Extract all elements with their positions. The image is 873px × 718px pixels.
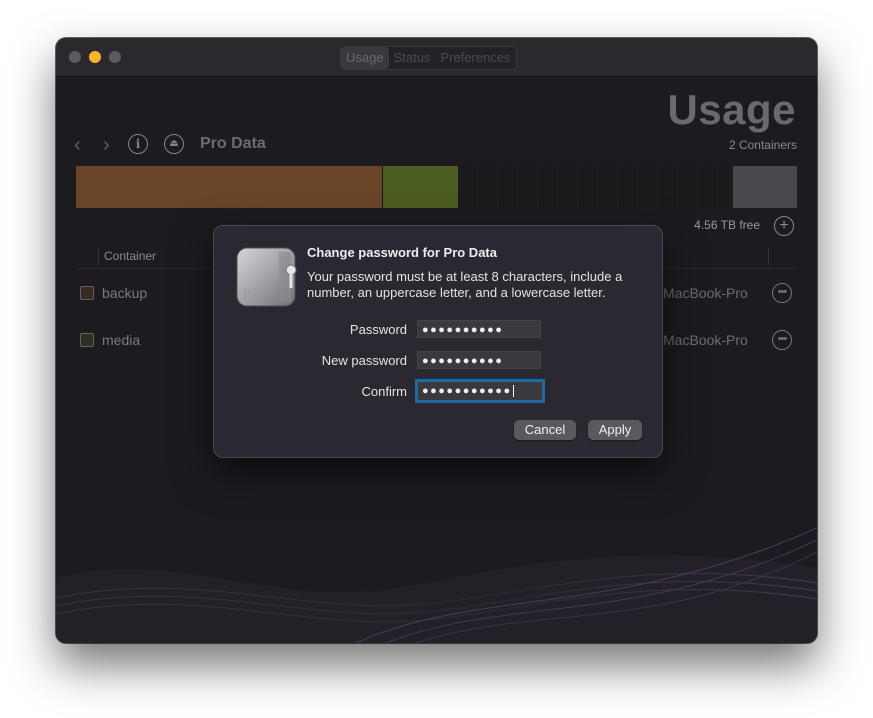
row-host: MacBook-Pro [663,332,748,348]
password-field[interactable]: ●●●●●●●●●● [417,320,541,338]
cancel-button[interactable]: Cancel [514,420,576,440]
usage-segment-free [458,166,733,208]
title-bar: Usage Status Preferences [56,38,817,77]
vault-lock-icon: IO [236,247,297,307]
add-container-button[interactable]: + [774,216,794,236]
row-name: backup [102,285,148,301]
row-checkbox-media[interactable] [80,333,94,347]
text-caret [512,385,514,398]
info-icon[interactable]: i [128,134,148,154]
usage-segment-backup[interactable] [76,166,382,208]
confirm-label: Confirm [361,384,407,399]
zoom-window-button[interactable] [109,51,121,63]
column-separator [768,248,769,265]
change-password-dialog: IO Change password for Pro Data Your pas… [213,225,663,458]
forward-icon[interactable]: › [103,134,110,157]
confirm-password-field[interactable]: ●●●●●●●●●●● [415,379,545,403]
usage-segment-media[interactable] [383,166,458,208]
apply-button[interactable]: Apply [588,420,642,440]
free-space-label: 4.56 TB free [694,218,760,232]
vault-icon-text: IO [243,287,258,303]
column-separator [98,248,99,265]
close-window-button[interactable] [69,51,81,63]
minimize-window-button[interactable] [89,51,101,63]
new-password-field[interactable]: ●●●●●●●●●● [417,351,541,369]
column-header-container[interactable]: Container [104,249,156,263]
eject-icon[interactable]: ⏏ [164,134,184,154]
page-title: Usage [667,86,796,133]
usage-segment-other [733,166,797,208]
more-options-icon[interactable]: ••• [772,330,792,350]
tab-status[interactable]: Status [389,47,436,69]
dialog-title: Change password for Pro Data [307,245,497,260]
usage-bar [76,166,797,208]
tab-preferences[interactable]: Preferences [435,47,515,69]
decorative-wave-background [56,527,817,643]
back-icon[interactable]: ‹ [74,134,81,157]
row-name: media [102,332,141,348]
container-count: 2 Containers [728,138,797,152]
new-password-label: New password [321,353,407,368]
more-options-icon[interactable]: ••• [772,283,792,303]
password-label: Password [349,322,407,337]
confirm-password-value: ●●●●●●●●●●● [422,385,512,397]
view-segmented-control: Usage Status Preferences [340,46,517,70]
row-checkbox-backup[interactable] [80,286,94,300]
row-host: MacBook-Pro [663,285,748,301]
dialog-message: Your password must be at least 8 charact… [307,269,623,300]
volume-name: Pro Data [200,135,266,152]
tab-usage[interactable]: Usage [341,47,389,69]
